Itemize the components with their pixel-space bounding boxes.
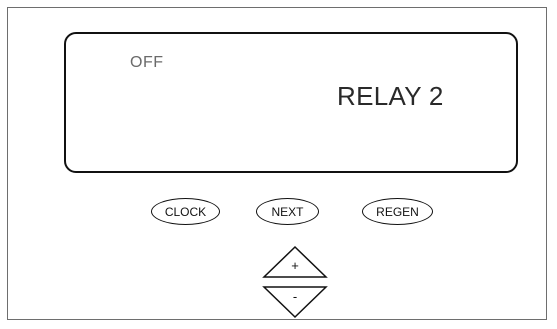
increase-label: + xyxy=(291,258,299,273)
regen-button[interactable]: REGEN xyxy=(362,198,433,225)
lcd-display: OFF RELAY 2 xyxy=(64,32,518,173)
display-message-text: RELAY 2 xyxy=(337,81,444,111)
decrease-button[interactable]: - xyxy=(262,285,328,319)
decrease-label: - xyxy=(292,289,298,304)
clock-button[interactable]: CLOCK xyxy=(151,198,220,225)
next-button[interactable]: NEXT xyxy=(256,198,319,225)
display-status-text: OFF xyxy=(130,54,164,71)
control-panel: OFF RELAY 2 CLOCK NEXT REGEN + - xyxy=(7,7,547,320)
increase-button[interactable]: + xyxy=(262,245,328,279)
